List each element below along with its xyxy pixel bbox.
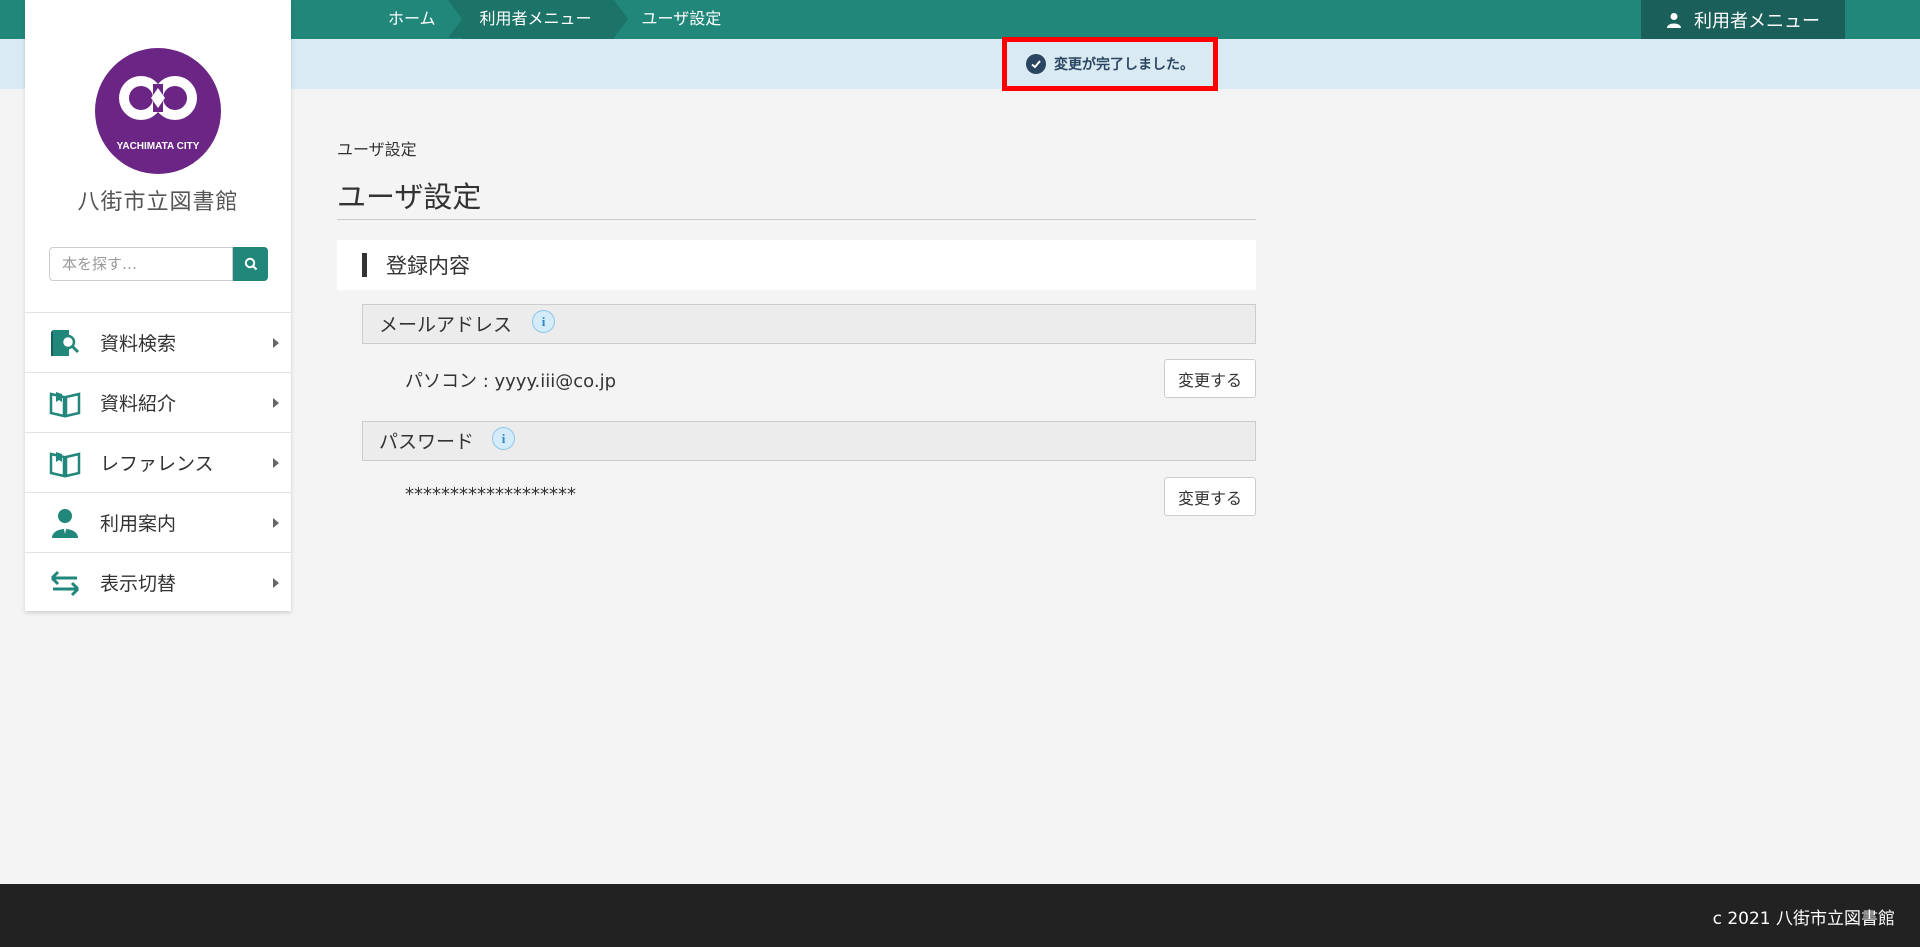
email-field-header: メールアドレス i	[362, 304, 1256, 344]
search-icon	[244, 257, 257, 271]
sidebar-item-reference[interactable]: レファレンス	[25, 432, 291, 492]
caret-right-icon	[273, 517, 279, 528]
section-marker	[362, 253, 367, 277]
open-book-icon	[49, 452, 81, 478]
success-message: 変更が完了しました。	[1002, 37, 1218, 91]
sidebar-item-display-switch[interactable]: 表示切替	[25, 552, 291, 612]
section-title: 登録内容	[386, 254, 470, 278]
caret-right-icon	[273, 337, 279, 348]
search-input[interactable]	[49, 247, 233, 281]
sidebar-item-guide[interactable]: 利用案内	[25, 492, 291, 552]
sidebar-item-label: レファレンス	[100, 453, 214, 475]
library-name: 八街市立図書館	[77, 190, 239, 215]
caret-right-icon	[273, 457, 279, 468]
info-icon[interactable]: i	[492, 427, 515, 450]
copyright: c 2021 八街市立図書館	[1712, 909, 1895, 929]
sidebar-item-label: 表示切替	[100, 573, 177, 595]
info-icon[interactable]: i	[532, 310, 555, 333]
book-search-icon	[51, 330, 80, 356]
check-circle-icon	[1026, 54, 1046, 74]
user-menu-label: 利用者メニュー	[1694, 10, 1820, 32]
sidebar-item-label: 利用案内	[100, 513, 177, 535]
email-label: メールアドレス	[379, 314, 513, 336]
breadcrumb: ホーム 利用者メニュー ユーザ設定	[370, 0, 743, 39]
page-breadcrumb: ユーザ設定	[337, 140, 417, 159]
sidebar-item-label: 資料検索	[100, 333, 177, 355]
section-header: 登録内容	[337, 240, 1256, 290]
user-menu-button[interactable]: 利用者メニュー	[1641, 0, 1845, 39]
logo-text: YACHIMATA CITY	[116, 141, 200, 152]
change-email-button[interactable]: 変更する	[1164, 359, 1256, 398]
password-value: *******************	[405, 484, 576, 505]
breadcrumb-current: ユーザ設定	[641, 9, 722, 28]
email-value: パソコン : yyyy.iii@co.jp	[405, 371, 617, 392]
sidebar-item-label: 資料紹介	[100, 393, 177, 415]
sidebar-nav: 資料検索 資料紹介 レファレンス 利用案内 表示切替	[25, 312, 291, 612]
success-message-text: 変更が完了しました。	[1054, 57, 1194, 73]
person-icon	[52, 509, 78, 538]
breadcrumb-user-menu[interactable]: 利用者メニュー	[447, 0, 628, 39]
sidebar-item-introduction[interactable]: 資料紹介	[25, 372, 291, 432]
password-field-header: パスワード i	[362, 421, 1256, 461]
caret-right-icon	[273, 577, 279, 588]
footer: c 2021 八街市立図書館	[0, 884, 1920, 947]
title-divider	[337, 219, 1256, 220]
sidebar-item-search[interactable]: 資料検索	[25, 312, 291, 372]
password-label: パスワード	[379, 431, 475, 453]
open-book-icon	[49, 392, 81, 418]
change-password-button[interactable]: 変更する	[1164, 477, 1256, 516]
search-box	[49, 247, 268, 281]
switch-arrows-icon	[50, 570, 80, 597]
city-logo[interactable]: YACHIMATA CITY	[95, 48, 221, 174]
user-icon	[1667, 12, 1681, 28]
sidebar: YACHIMATA CITY 八街市立図書館 資料検索	[25, 0, 291, 611]
caret-right-icon	[273, 397, 279, 408]
page-title: ユーザ設定	[337, 180, 482, 214]
search-button[interactable]	[233, 247, 268, 281]
